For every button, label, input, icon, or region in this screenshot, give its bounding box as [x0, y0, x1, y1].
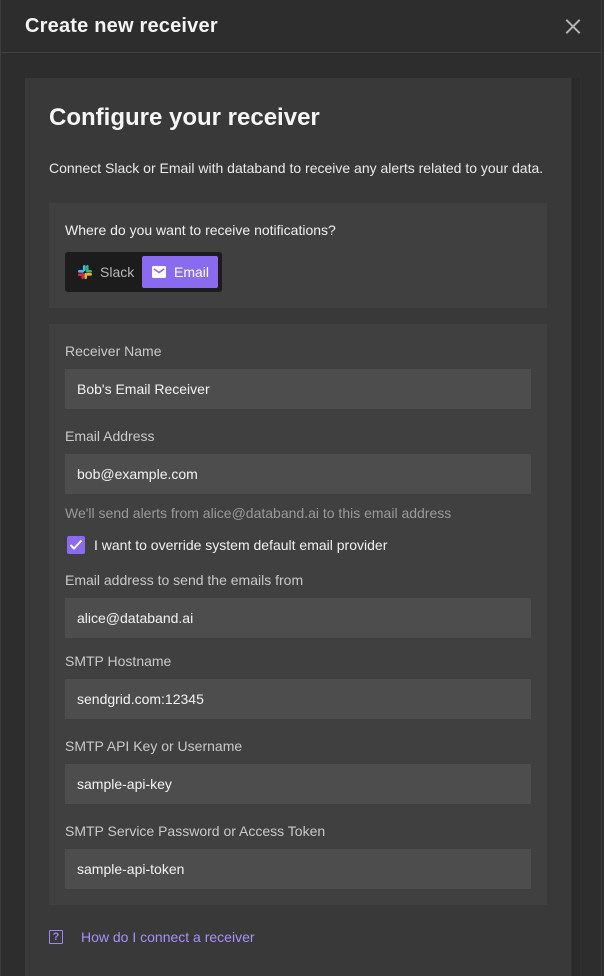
configure-title: Configure your receiver — [49, 104, 320, 131]
question-icon: ? — [49, 930, 63, 944]
smtp-hostname-label: SMTP Hostname — [65, 653, 172, 669]
override-provider-checkbox[interactable] — [67, 536, 85, 554]
channel-toggle: Slack Email — [65, 252, 222, 292]
slack-icon — [78, 265, 92, 279]
modal-title: Create new receiver — [25, 14, 218, 37]
channel-selector-card: Where do you want to receive notificatio… — [49, 203, 547, 308]
receiver-name-input[interactable] — [65, 369, 531, 409]
from-email-input[interactable] — [65, 598, 531, 638]
receiver-name-label: Receiver Name — [65, 343, 162, 359]
smtp-hostname-input[interactable] — [65, 679, 531, 719]
create-receiver-modal: Create new receiver Configure your recei… — [0, 0, 602, 976]
smtp-api-key-input[interactable] — [65, 764, 531, 804]
configure-description: Connect Slack or Email with databand to … — [49, 160, 544, 176]
help-link-row[interactable]: ? How do I connect a receiver — [49, 929, 255, 945]
modal-header: Create new receiver — [1, 0, 601, 53]
slack-option-button[interactable]: Slack — [69, 256, 139, 288]
smtp-password-input[interactable] — [65, 849, 531, 889]
override-provider-checkbox-row[interactable]: I want to override system default email … — [67, 536, 387, 554]
close-icon[interactable] — [563, 16, 583, 36]
mail-icon — [152, 266, 166, 278]
checkmark-icon — [69, 539, 83, 550]
scrollbar-thumb[interactable] — [572, 78, 580, 976]
receiver-form-card: Receiver Name Email Address We'll send a… — [49, 324, 547, 905]
email-helper-text: We'll send alerts from alice@databand.ai… — [65, 505, 452, 521]
from-email-label: Email address to send the emails from — [65, 572, 304, 588]
email-address-label: Email Address — [65, 428, 155, 444]
slack-option-label: Slack — [100, 264, 135, 280]
help-link[interactable]: How do I connect a receiver — [81, 929, 255, 945]
email-option-button[interactable]: Email — [142, 256, 218, 288]
channel-question: Where do you want to receive notificatio… — [65, 222, 336, 238]
email-option-label: Email — [174, 264, 210, 280]
smtp-api-key-label: SMTP API Key or Username — [65, 738, 243, 754]
configure-panel: Configure your receiver Connect Slack or… — [25, 78, 571, 976]
smtp-password-label: SMTP Service Password or Access Token — [65, 823, 326, 839]
override-provider-label: I want to override system default email … — [94, 537, 388, 553]
scrollbar[interactable] — [571, 78, 581, 976]
email-address-input[interactable] — [65, 454, 531, 494]
